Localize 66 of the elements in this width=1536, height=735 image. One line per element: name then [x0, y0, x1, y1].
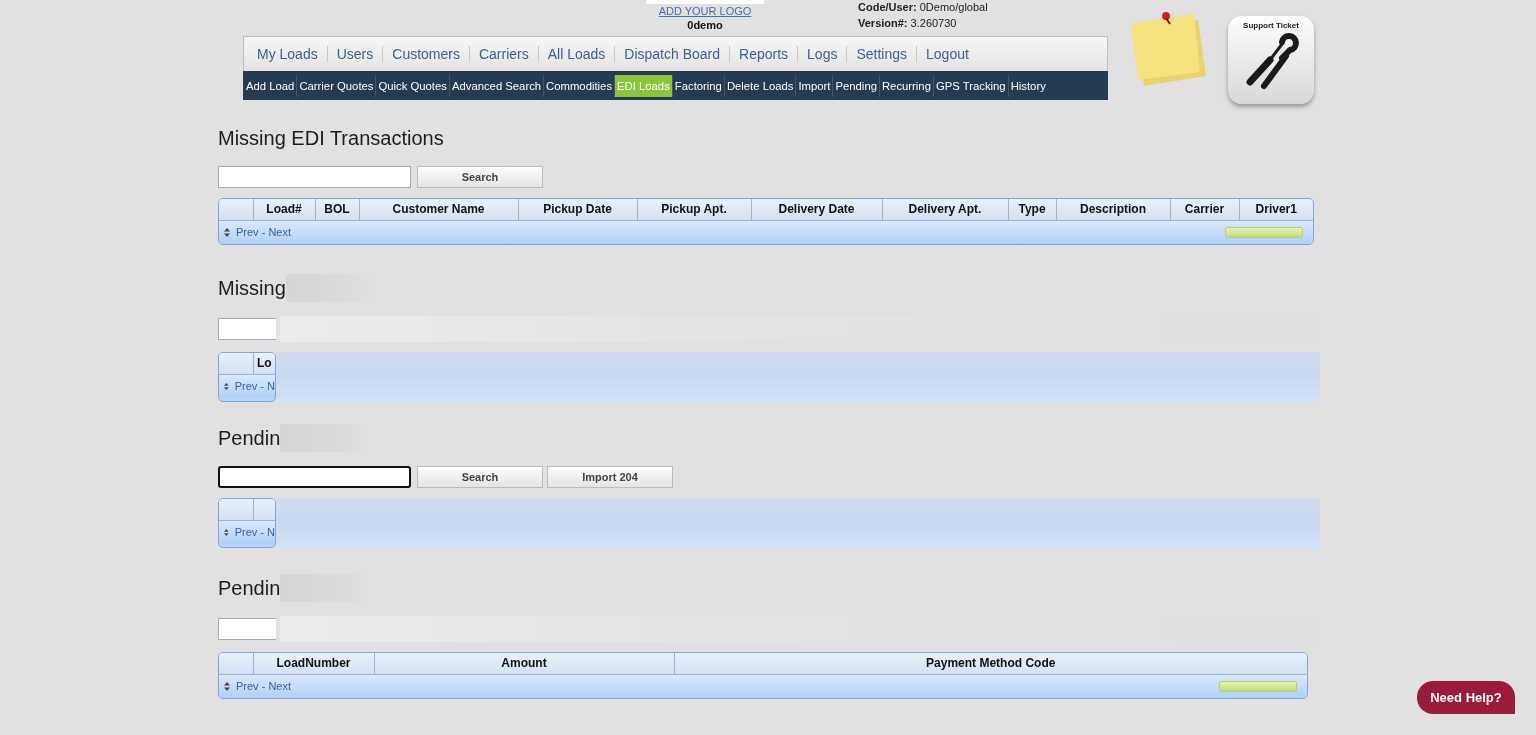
- version-value: 3.260730: [910, 17, 957, 29]
- column-header: Type: [1008, 199, 1056, 220]
- section-title: Pendin: [218, 576, 281, 601]
- subnav-tab[interactable]: History: [1008, 74, 1048, 97]
- nav-link-item[interactable]: Logout: [917, 46, 978, 62]
- support-ticket-button[interactable]: Support Ticket: [1228, 16, 1314, 104]
- column-header: Amount: [374, 653, 674, 674]
- subnav-tab[interactable]: Factoring: [672, 74, 725, 97]
- column-header: [219, 353, 253, 374]
- search-field[interactable]: [218, 166, 411, 188]
- nav-link-item[interactable]: Dispatch Board: [615, 46, 731, 62]
- column-header: LoadNumber: [253, 653, 374, 674]
- version-label: Version#:: [858, 17, 908, 29]
- pager-links[interactable]: Prev - Next: [236, 223, 291, 241]
- toolbar-button[interactable]: Import 204: [547, 466, 673, 488]
- sort-icon[interactable]: [224, 381, 229, 391]
- section-title: Missing EDI Transactions: [218, 126, 444, 151]
- subnav-tab[interactable]: Carrier Quotes: [297, 74, 377, 97]
- add-logo-link[interactable]: ADD YOUR LOGO: [645, 4, 765, 18]
- column-header: Pickup Apt.: [637, 199, 751, 220]
- subnav-tab[interactable]: Delete Loads: [724, 74, 797, 97]
- column-header: Driver1: [1239, 199, 1313, 220]
- nav-link-item[interactable]: Settings: [847, 46, 918, 62]
- subnav-tab[interactable]: Quick Quotes: [376, 74, 450, 97]
- column-header: Pickup Date: [518, 199, 637, 220]
- nav-link-item[interactable]: Logs: [798, 46, 848, 62]
- code-user-value: 0Demo/global: [919, 1, 988, 13]
- page-field[interactable]: [1219, 680, 1297, 692]
- column-header: Delivery Apt.: [882, 199, 1008, 220]
- column-header: Payment Method Code: [674, 653, 1307, 674]
- subnav-tab[interactable]: Recurring: [879, 74, 934, 97]
- column-header: Carrier: [1170, 199, 1239, 220]
- column-header: Lo: [253, 353, 275, 374]
- search-field[interactable]: [218, 466, 411, 488]
- subnav-tab[interactable]: Import: [796, 74, 834, 97]
- code-user-label: Code/User:: [858, 1, 917, 13]
- subnav-tab[interactable]: GPS Tracking: [933, 74, 1009, 97]
- sort-icon[interactable]: [224, 527, 229, 537]
- toolbar-button[interactable]: Search: [417, 466, 543, 488]
- nav-link-item[interactable]: All Loads: [538, 46, 616, 62]
- page-field[interactable]: [1225, 226, 1303, 238]
- toolbar-button[interactable]: Search: [417, 166, 543, 188]
- nav-link-item[interactable]: My Loads: [248, 46, 328, 62]
- nav-link-item[interactable]: Carriers: [469, 46, 539, 62]
- column-header: Customer Name: [359, 199, 518, 220]
- nav-link-item[interactable]: Reports: [730, 46, 799, 62]
- subnav-tab[interactable]: Advanced Search: [449, 74, 545, 97]
- section-title: Pendin: [218, 426, 281, 451]
- sort-icon[interactable]: [224, 681, 230, 691]
- column-header: Description: [1056, 199, 1170, 220]
- column-header: [219, 653, 253, 674]
- column-header: [219, 199, 253, 220]
- company-name: 0demo: [686, 18, 724, 32]
- column-header: Delivery Date: [751, 199, 882, 220]
- section-title: Missing: [218, 276, 286, 301]
- sort-icon[interactable]: [224, 227, 230, 237]
- pager-links[interactable]: Prev - Next: [236, 677, 291, 695]
- nav-link-item[interactable]: Users: [327, 46, 384, 62]
- column-header: Load#: [253, 199, 315, 220]
- nav-link-item[interactable]: Customers: [383, 46, 470, 62]
- subnav-tab[interactable]: Add Load: [244, 74, 298, 97]
- search-field[interactable]: [218, 618, 276, 640]
- column-header: BOL: [315, 199, 359, 220]
- subnav-tab[interactable]: Pending: [833, 74, 880, 97]
- help-button[interactable]: Need Help?: [1417, 681, 1515, 714]
- search-field[interactable]: [218, 318, 276, 340]
